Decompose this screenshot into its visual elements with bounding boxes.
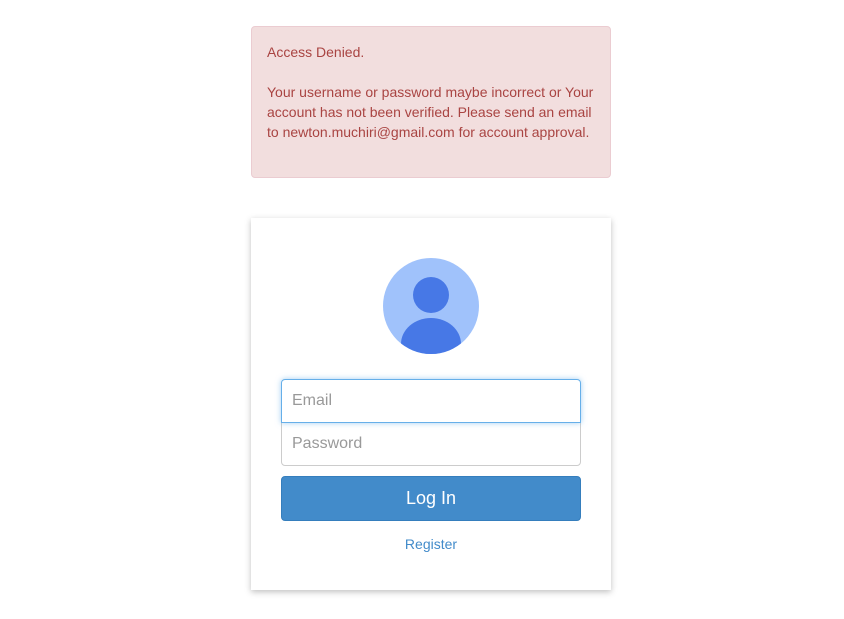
alert-title: Access Denied. bbox=[267, 44, 365, 60]
avatar-head bbox=[413, 277, 449, 313]
login-button[interactable]: Log In bbox=[281, 476, 581, 521]
email-field[interactable] bbox=[281, 379, 581, 423]
avatar-body bbox=[401, 318, 461, 354]
register-link[interactable]: Register bbox=[251, 536, 611, 552]
login-page: Access Denied. Your username or password… bbox=[0, 0, 844, 619]
alert-message: Your username or password maybe incorrec… bbox=[267, 84, 594, 140]
user-avatar-icon bbox=[383, 258, 479, 354]
error-alert: Access Denied. Your username or password… bbox=[251, 26, 611, 178]
login-card: Log In Register bbox=[251, 218, 611, 590]
password-field[interactable] bbox=[281, 422, 581, 466]
